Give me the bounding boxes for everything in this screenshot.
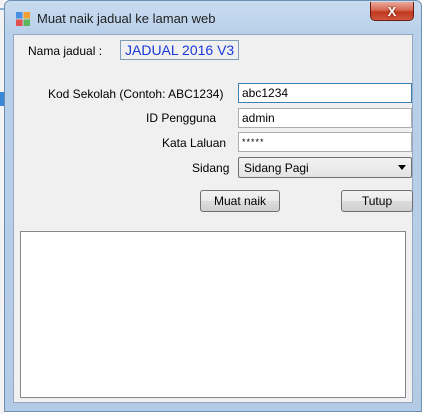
app-windows-icon: [16, 12, 30, 26]
chevron-down-icon: [398, 165, 406, 170]
upload-button[interactable]: Muat naik: [200, 190, 280, 212]
close-icon: X: [387, 3, 397, 19]
dialog-body: Nama jadual : JADUAL 2016 V3 Kod Sekolah…: [13, 34, 413, 403]
password-input[interactable]: [238, 132, 412, 152]
password-label: Kata Laluan: [162, 136, 227, 150]
title-bar[interactable]: Muat naik jadual ke laman web X: [5, 1, 421, 35]
schedule-name-value: JADUAL 2016 V3: [120, 40, 240, 60]
upload-dialog: Muat naik jadual ke laman web X Nama jad…: [4, 0, 422, 412]
window-title: Muat naik jadual ke laman web: [37, 11, 216, 26]
session-dropdown[interactable]: Sidang Pagi: [238, 157, 412, 178]
school-code-input[interactable]: [238, 83, 412, 103]
user-id-label: ID Pengguna: [146, 111, 217, 125]
close-button[interactable]: Tutup: [341, 190, 413, 212]
user-id-input[interactable]: [238, 108, 412, 128]
schedule-name-label: Nama jadual :: [28, 44, 103, 58]
close-window-button[interactable]: X: [370, 2, 414, 21]
school-code-label: Kod Sekolah (Contoh: ABC1234): [48, 87, 224, 101]
session-label: Sidang: [192, 161, 230, 175]
session-selected-value: Sidang Pagi: [244, 161, 309, 175]
output-log-area[interactable]: [20, 231, 406, 398]
